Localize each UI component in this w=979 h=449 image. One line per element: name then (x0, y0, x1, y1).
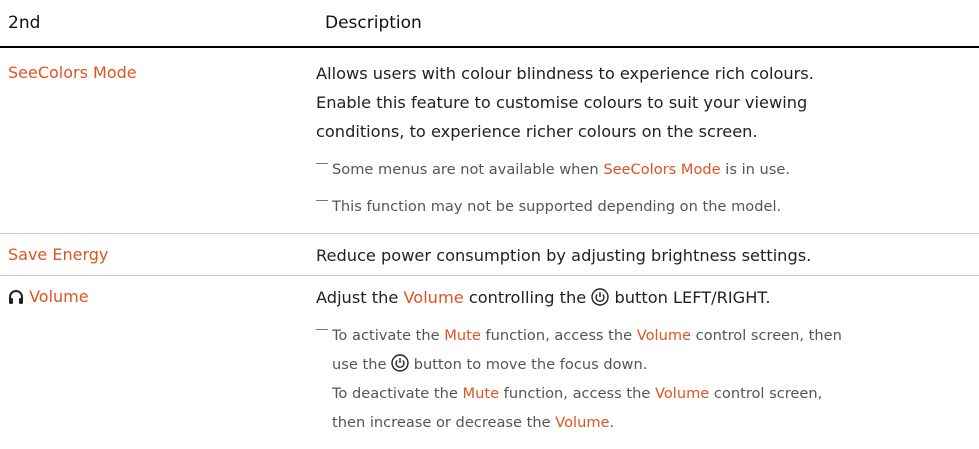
row-name-volume: Volume (8, 287, 89, 306)
description-line: Allows users with colour blindness to ex… (316, 64, 814, 83)
note-text: button to move the focus down. (409, 356, 648, 373)
note-text: control screen, then (691, 327, 842, 344)
note-line: then increase or decrease the Volume. (332, 408, 976, 437)
joystick-button-icon (391, 354, 409, 373)
table-row-seecolors-mode: SeeColors Mode Allows users with colour … (0, 48, 979, 234)
note-highlight: Volume (654, 385, 710, 402)
note-highlight: Volume (555, 414, 610, 431)
row-description: Allows users with colour blindness to ex… (316, 59, 976, 221)
desc-highlight: Volume (403, 288, 464, 307)
note-highlight: SeeColors Mode (603, 161, 721, 178)
row-name-label: Volume (29, 287, 89, 306)
desc-text: controlling the (463, 288, 592, 307)
table-row-save-energy: Save Energy Reduce power consumption by … (0, 234, 979, 276)
row-description: Reduce power consumption by adjusting br… (316, 241, 976, 270)
desc-text: Adjust the (316, 288, 404, 307)
note-highlight: Mute (444, 327, 481, 344)
table-header: 2nd Description (0, 0, 979, 48)
note-text: . (609, 414, 615, 431)
note-text: To deactivate the (332, 385, 463, 402)
table-row-volume: Volume Adjust the Volume controlling the… (0, 276, 979, 449)
description-line: Enable this feature to customise colours… (316, 93, 808, 112)
row-description: Adjust the Volume controlling the button… (316, 283, 976, 437)
note-text: control screen, (709, 385, 823, 402)
note: To activate the Mute function, access th… (316, 321, 976, 437)
description-line: conditions, to experience richer colours… (316, 122, 758, 141)
row-name-save-energy: Save Energy (8, 245, 109, 264)
settings-table: 2nd Description SeeColors Mode Allows us… (0, 0, 979, 449)
description-line: Reduce power consumption by adjusting br… (316, 246, 812, 265)
note-text: function, access the (499, 385, 655, 402)
column-header-2nd: 2nd (8, 13, 41, 33)
headphones-icon (8, 287, 29, 306)
note-highlight: Volume (636, 327, 692, 344)
note-text: To activate the (332, 327, 445, 344)
note-text: then increase or decrease the (332, 414, 556, 431)
note-text: function, access the (480, 327, 637, 344)
note-text: Some menus are not available when (332, 161, 604, 178)
joystick-button-icon (591, 288, 610, 307)
note-line: To deactivate the Mute function, access … (332, 379, 976, 408)
note: Some menus are not available when SeeCol… (316, 155, 976, 184)
note-text: use the (332, 356, 392, 373)
description-line: Adjust the Volume controlling the button… (316, 283, 976, 312)
desc-text: button LEFT/RIGHT. (609, 288, 771, 307)
row-name-seecolors-mode: SeeColors Mode (8, 63, 137, 82)
note-line: use the button to move the focus down. (332, 350, 976, 379)
note-highlight: Mute (462, 385, 500, 402)
note: This function may not be supported depen… (316, 192, 976, 221)
note-text: is in use. (720, 161, 790, 178)
column-header-description: Description (325, 13, 422, 33)
note-line: To activate the Mute function, access th… (332, 321, 976, 350)
